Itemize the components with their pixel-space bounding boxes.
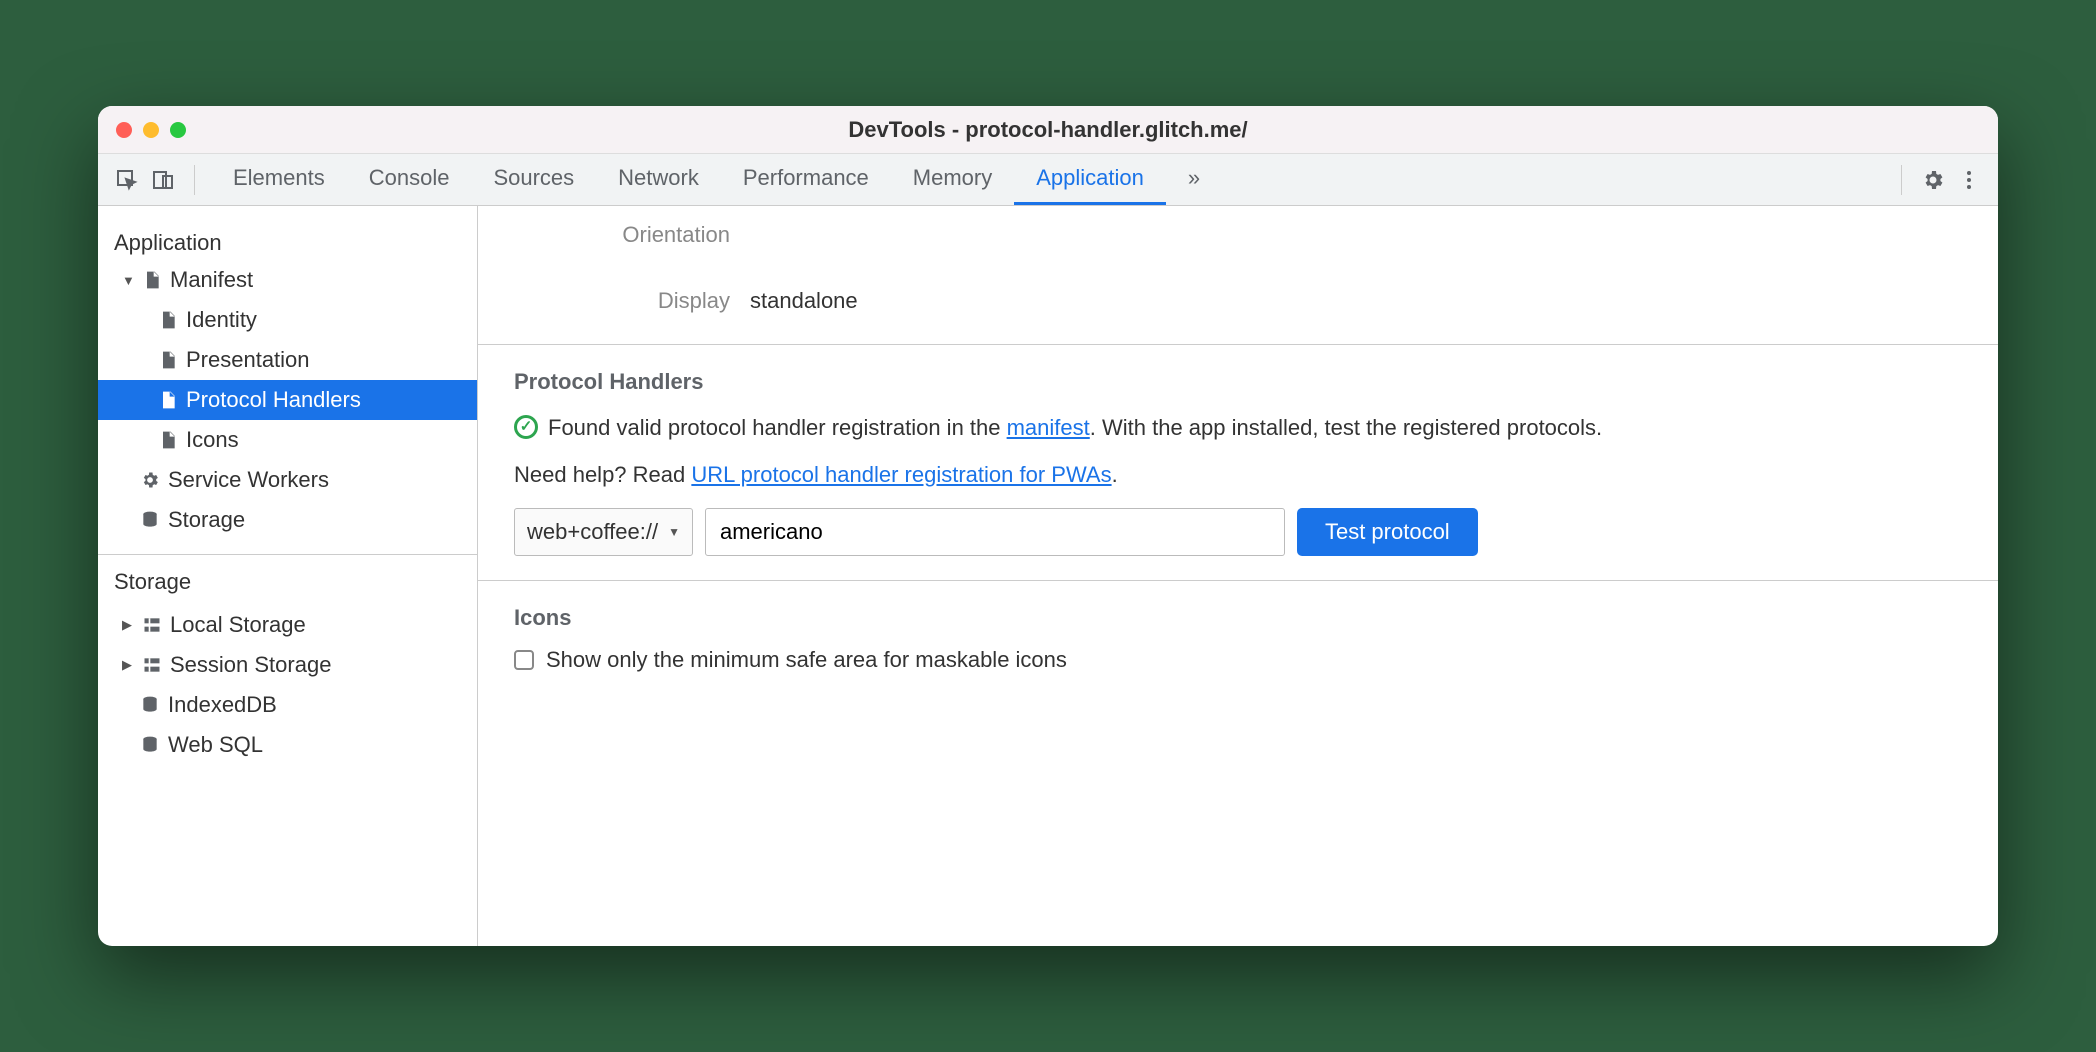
grid-icon bbox=[142, 655, 162, 675]
tab-memory[interactable]: Memory bbox=[891, 154, 1014, 205]
protocol-status-text: Found valid protocol handler registratio… bbox=[548, 411, 1602, 444]
icons-section: Icons Show only the minimum safe area fo… bbox=[478, 580, 1998, 697]
maskable-checkbox-label: Show only the minimum safe area for mask… bbox=[546, 647, 1067, 673]
sidebar-label: IndexedDB bbox=[168, 692, 277, 718]
minimize-window-button[interactable] bbox=[143, 122, 159, 138]
sidebar-label: Service Workers bbox=[168, 467, 329, 493]
application-sidebar: Application ▼ Manifest Identity Presenta… bbox=[98, 206, 478, 946]
sidebar-item-session-storage[interactable]: ▶ Session Storage bbox=[98, 645, 477, 685]
file-icon bbox=[158, 430, 178, 450]
database-icon bbox=[140, 735, 160, 755]
file-icon bbox=[158, 390, 178, 410]
section-title-protocol-handlers: Protocol Handlers bbox=[514, 369, 1962, 395]
chevron-down-icon: ▼ bbox=[668, 525, 680, 539]
main-panel: Orientation Display standalone Protocol … bbox=[478, 206, 1998, 946]
device-toolbar-icon[interactable] bbox=[148, 165, 178, 195]
window-controls bbox=[116, 122, 186, 138]
sidebar-label: Icons bbox=[186, 427, 239, 453]
database-icon bbox=[140, 510, 160, 530]
tab-performance[interactable]: Performance bbox=[721, 154, 891, 205]
tab-console[interactable]: Console bbox=[347, 154, 472, 205]
sidebar-item-presentation[interactable]: Presentation bbox=[98, 340, 477, 380]
sidebar-item-manifest[interactable]: ▼ Manifest bbox=[98, 260, 477, 300]
sidebar-label: Identity bbox=[186, 307, 257, 333]
section-title-icons: Icons bbox=[514, 605, 1962, 631]
sidebar-item-protocol-handlers[interactable]: Protocol Handlers bbox=[98, 380, 477, 420]
sidebar-divider bbox=[98, 554, 477, 555]
help-link[interactable]: URL protocol handler registration for PW… bbox=[691, 462, 1111, 487]
window-title: DevTools - protocol-handler.glitch.me/ bbox=[98, 117, 1998, 143]
protocol-status-line: ✓ Found valid protocol handler registrat… bbox=[514, 411, 1962, 444]
inspect-element-icon[interactable] bbox=[112, 165, 142, 195]
sidebar-section-storage: Storage bbox=[98, 569, 477, 605]
sidebar-item-websql[interactable]: Web SQL bbox=[98, 725, 477, 765]
gear-icon bbox=[140, 470, 160, 490]
gear-icon[interactable] bbox=[1918, 165, 1948, 195]
grid-icon bbox=[142, 615, 162, 635]
sidebar-item-local-storage[interactable]: ▶ Local Storage bbox=[98, 605, 477, 645]
toolbar-divider bbox=[1901, 165, 1902, 195]
file-icon bbox=[142, 270, 162, 290]
kv-key-display: Display bbox=[514, 288, 730, 314]
kv-orientation: Orientation bbox=[514, 216, 1962, 254]
sidebar-label: Web SQL bbox=[168, 732, 263, 758]
help-post-text: . bbox=[1112, 462, 1118, 487]
content-area: Application ▼ Manifest Identity Presenta… bbox=[98, 206, 1998, 946]
devtools-toolbar: Elements Console Sources Network Perform… bbox=[98, 154, 1998, 206]
protocol-path-input[interactable] bbox=[705, 508, 1285, 556]
tabs-overflow[interactable]: » bbox=[1166, 154, 1222, 205]
file-icon bbox=[158, 310, 178, 330]
tab-network[interactable]: Network bbox=[596, 154, 721, 205]
sidebar-item-identity[interactable]: Identity bbox=[98, 300, 477, 340]
sidebar-item-icons[interactable]: Icons bbox=[98, 420, 477, 460]
kebab-menu-icon[interactable] bbox=[1954, 165, 1984, 195]
protocol-test-row: web+coffee:// ▼ Test protocol bbox=[514, 508, 1962, 556]
sidebar-label: Protocol Handlers bbox=[186, 387, 361, 413]
kv-display: Display standalone bbox=[514, 282, 1962, 320]
toolbar-divider bbox=[194, 165, 195, 195]
maskable-checkbox-row[interactable]: Show only the minimum safe area for mask… bbox=[514, 647, 1962, 673]
check-circle-icon: ✓ bbox=[514, 415, 538, 439]
sidebar-label: Presentation bbox=[186, 347, 310, 373]
close-window-button[interactable] bbox=[116, 122, 132, 138]
protocol-select[interactable]: web+coffee:// ▼ bbox=[514, 508, 693, 556]
tab-sources[interactable]: Sources bbox=[471, 154, 596, 205]
caret-right-icon: ▶ bbox=[122, 617, 134, 633]
sidebar-label: Session Storage bbox=[170, 652, 331, 678]
protocol-select-value: web+coffee:// bbox=[527, 519, 658, 545]
status-post-text: . With the app installed, test the regis… bbox=[1090, 415, 1602, 440]
maximize-window-button[interactable] bbox=[170, 122, 186, 138]
sidebar-label: Manifest bbox=[170, 267, 253, 293]
kv-val-display: standalone bbox=[750, 288, 858, 314]
devtools-window: DevTools - protocol-handler.glitch.me/ E… bbox=[98, 106, 1998, 946]
titlebar: DevTools - protocol-handler.glitch.me/ bbox=[98, 106, 1998, 154]
sidebar-section-application: Application bbox=[98, 220, 477, 260]
database-icon bbox=[140, 695, 160, 715]
kv-key-orientation: Orientation bbox=[514, 222, 730, 248]
test-protocol-button[interactable]: Test protocol bbox=[1297, 508, 1478, 556]
sidebar-label: Storage bbox=[168, 507, 245, 533]
manifest-kv-section: Orientation Display standalone bbox=[478, 206, 1998, 344]
sidebar-item-indexeddb[interactable]: IndexedDB bbox=[98, 685, 477, 725]
caret-right-icon: ▶ bbox=[122, 657, 134, 673]
tab-application[interactable]: Application bbox=[1014, 154, 1166, 205]
sidebar-item-service-workers[interactable]: Service Workers bbox=[98, 460, 477, 500]
checkbox-icon[interactable] bbox=[514, 650, 534, 670]
file-icon bbox=[158, 350, 178, 370]
tab-elements[interactable]: Elements bbox=[211, 154, 347, 205]
caret-down-icon: ▼ bbox=[122, 273, 134, 288]
protocol-handlers-section: Protocol Handlers ✓ Found valid protocol… bbox=[478, 344, 1998, 580]
sidebar-label: Local Storage bbox=[170, 612, 306, 638]
protocol-help-text: Need help? Read URL protocol handler reg… bbox=[514, 462, 1962, 488]
status-pre-text: Found valid protocol handler registratio… bbox=[548, 415, 1007, 440]
help-pre-text: Need help? Read bbox=[514, 462, 691, 487]
manifest-link[interactable]: manifest bbox=[1007, 415, 1090, 440]
sidebar-item-storage[interactable]: Storage bbox=[98, 500, 477, 540]
panel-tabs: Elements Console Sources Network Perform… bbox=[211, 154, 1885, 205]
